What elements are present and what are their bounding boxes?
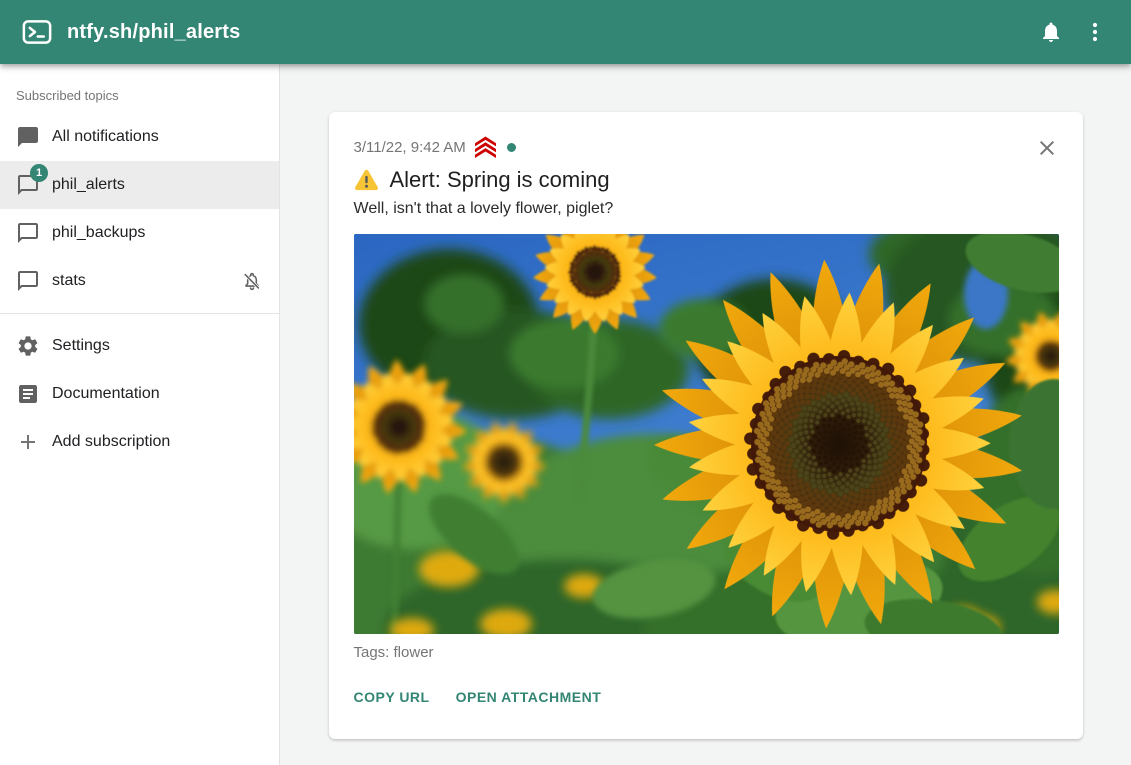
warning-icon bbox=[354, 169, 379, 192]
sidebar-item-phil-backups[interactable]: phil_backups bbox=[0, 209, 279, 257]
overflow-menu-button[interactable] bbox=[1073, 10, 1117, 54]
sidebar-item-documentation[interactable]: Documentation bbox=[0, 370, 279, 418]
sidebar-item-add-subscription[interactable]: Add subscription bbox=[0, 418, 279, 466]
sidebar-item-stats[interactable]: stats bbox=[0, 257, 279, 305]
close-notification-button[interactable] bbox=[1035, 136, 1059, 160]
kebab-menu-icon bbox=[1083, 20, 1107, 44]
gear-icon bbox=[16, 334, 40, 358]
notification-meta: 3/11/22, 9:42 AM bbox=[354, 138, 1059, 156]
sunflower-photo bbox=[354, 234, 1059, 634]
terminal-icon bbox=[22, 17, 52, 47]
notification-title: Alert: Spring is coming bbox=[390, 167, 610, 193]
unread-count-badge: 1 bbox=[30, 164, 48, 182]
notification-title-row: Alert: Spring is coming bbox=[354, 167, 1059, 193]
sidebar-item-phil-alerts[interactable]: 1 phil_alerts bbox=[0, 161, 279, 209]
main-content: 3/11/22, 9:42 AM Alert: Spring is coming… bbox=[280, 64, 1131, 765]
chat-bubble-filled-icon bbox=[16, 125, 40, 149]
sidebar-subheader: Subscribed topics bbox=[0, 64, 279, 113]
sidebar-item-label: All notifications bbox=[52, 128, 159, 146]
plus-icon bbox=[16, 430, 40, 454]
sidebar-item-label: Settings bbox=[52, 337, 110, 355]
notification-actions: COPY URL OPEN ATTACHMENT bbox=[354, 685, 1059, 709]
notification-tags: Tags: flower bbox=[354, 644, 1059, 661]
sidebar-item-label: stats bbox=[52, 272, 86, 290]
close-icon bbox=[1035, 136, 1059, 160]
article-icon bbox=[16, 382, 40, 406]
sidebar-divider bbox=[0, 313, 279, 314]
notifications-button[interactable] bbox=[1029, 10, 1073, 54]
notification-body: Well, isn't that a lovely flower, piglet… bbox=[354, 200, 1059, 218]
sidebar-item-all-notifications[interactable]: All notifications bbox=[0, 113, 279, 161]
sidebar-item-settings[interactable]: Settings bbox=[0, 322, 279, 370]
sidebar-item-label: Add subscription bbox=[52, 433, 170, 451]
notifications-off-icon bbox=[241, 270, 263, 292]
app-bar: ntfy.sh/phil_alerts bbox=[0, 0, 1131, 64]
chat-bubble-outline-icon bbox=[16, 269, 40, 293]
unread-dot bbox=[507, 143, 516, 152]
sidebar: Subscribed topics All notifications 1 ph… bbox=[0, 64, 280, 765]
sidebar-item-label: phil_backups bbox=[52, 224, 145, 242]
timestamp: 3/11/22, 9:42 AM bbox=[354, 139, 466, 156]
sidebar-item-label: phil_alerts bbox=[52, 176, 125, 194]
notification-card: 3/11/22, 9:42 AM Alert: Spring is coming… bbox=[329, 112, 1083, 739]
bell-icon bbox=[1039, 20, 1063, 44]
chat-bubble-outline-icon bbox=[16, 221, 40, 245]
priority-max-icon bbox=[473, 136, 498, 158]
open-attachment-button[interactable]: OPEN ATTACHMENT bbox=[456, 685, 602, 709]
sidebar-item-label: Documentation bbox=[52, 385, 160, 403]
chat-bubble-outline-icon: 1 bbox=[16, 173, 40, 197]
copy-url-button[interactable]: COPY URL bbox=[354, 685, 430, 709]
app-title: ntfy.sh/phil_alerts bbox=[67, 21, 240, 44]
attachment-image[interactable] bbox=[354, 234, 1059, 634]
